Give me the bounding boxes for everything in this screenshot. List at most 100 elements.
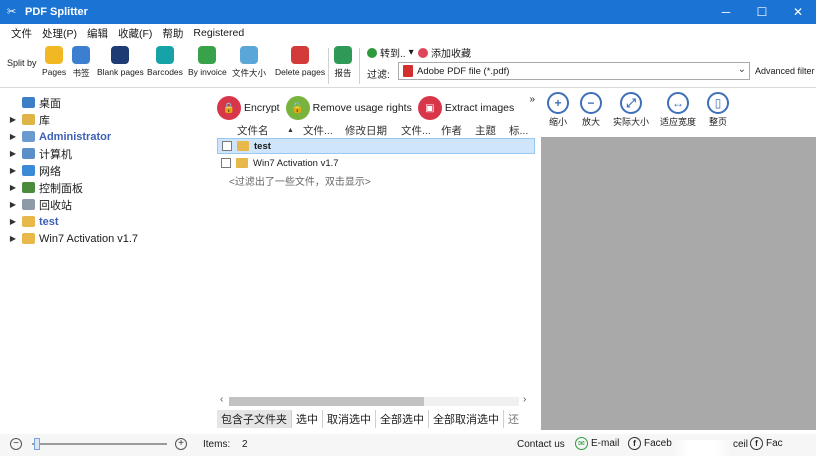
tree-item[interactable]: ▶ Administrator (0, 128, 111, 145)
menu-process[interactable]: 处理(P) (37, 26, 82, 41)
select-all-button[interactable]: 全部选中 (376, 410, 429, 428)
file-panel: 🔒 Encrypt 🔓 Remove usage rights ▣ Extrac… (217, 92, 535, 430)
zoom-plus-icon[interactable]: + (175, 438, 187, 450)
preview-toolbar: + 缩小 − 放大 ⤢ 实际大小 ↔ 适应宽度 ▯ 整页 (540, 92, 816, 136)
cell-link[interactable]: ceil (733, 439, 748, 450)
extract-images-button[interactable]: ▣ Extract images (417, 96, 514, 120)
menu-edit[interactable]: 编辑 (82, 26, 113, 41)
column-header-author[interactable]: 作者 (441, 123, 475, 138)
split-file-size-button[interactable]: 文件大小 (232, 46, 266, 79)
split-by-invoice-button[interactable]: By invoice (188, 46, 227, 77)
barcode-icon (155, 46, 174, 64)
delete-pages-button[interactable]: Delete pages (275, 46, 325, 77)
row-checkbox[interactable] (221, 158, 231, 168)
fit-width-icon: ↔ (667, 92, 689, 114)
zoom-out-label: 缩小 (548, 117, 567, 127)
chevron-down-icon: ⌄ (737, 64, 746, 75)
maximize-button[interactable]: ☐ (744, 0, 780, 24)
column-header-title[interactable]: 标... (509, 123, 535, 138)
goto-button[interactable]: 转到.. ▾ (367, 45, 414, 60)
zoom-out-button[interactable]: + 缩小 (543, 92, 573, 136)
zoom-slider-track[interactable] (32, 443, 167, 445)
unlock-icon: 🔓 (285, 96, 310, 120)
include-subfolders-button[interactable]: 包含子文件夹 (217, 410, 292, 428)
expand-arrow-icon[interactable]: ▶ (8, 149, 18, 158)
deselect-all-button[interactable]: 全部取消选中 (429, 410, 504, 428)
split-barcodes-button[interactable]: Barcodes (147, 46, 183, 77)
column-header-subject[interactable]: 主题 (475, 123, 509, 138)
folder-icon (22, 182, 35, 193)
close-button[interactable]: ✕ (780, 0, 816, 24)
select-button[interactable]: 选中 (292, 410, 323, 428)
row-checkbox[interactable] (222, 141, 232, 151)
more-actions-chevron-icon[interactable]: » (529, 94, 535, 105)
pages-icon (45, 46, 64, 64)
column-header-filename[interactable]: 文件名 (237, 123, 287, 138)
expand-arrow-icon[interactable]: ▶ (8, 166, 18, 175)
report-button[interactable]: 报告 (334, 46, 352, 79)
tree-item[interactable]: ▶ 库 (0, 111, 50, 128)
expand-arrow-icon[interactable]: ▶ (8, 115, 18, 124)
pdf-file-icon (403, 65, 413, 77)
column-header-filesize[interactable]: 文件... (401, 123, 441, 138)
filter-label: 过滤: (367, 70, 390, 81)
folder-icon (22, 131, 35, 142)
tree-item-label: 桌面 (39, 97, 61, 110)
expand-arrow-icon[interactable]: ▶ (8, 234, 18, 243)
horizontal-scrollbar[interactable]: ‹ › (217, 394, 535, 407)
encrypt-button[interactable]: 🔒 Encrypt (217, 96, 280, 120)
scroll-right-icon[interactable]: › (523, 394, 526, 405)
menu-file[interactable]: 文件 (6, 26, 37, 41)
remove-usage-rights-button[interactable]: 🔓 Remove usage rights (285, 96, 412, 120)
actual-size-button[interactable]: ⤢ 实际大小 (609, 92, 653, 136)
zoom-slider-handle[interactable] (34, 438, 40, 450)
title-bar: ✂ PDF Splitter ─ ☐ ✕ (0, 0, 816, 24)
more-tab-button[interactable]: 还 (504, 410, 523, 428)
tree-item[interactable]: ▶ Win7 Activation v1.7 (0, 230, 138, 247)
expand-arrow-icon[interactable]: ▶ (8, 200, 18, 209)
pdf-preview-area[interactable] (541, 137, 816, 430)
deselect-button[interactable]: 取消选中 (323, 410, 376, 428)
advanced-filter-button[interactable]: Advanced filter (755, 66, 815, 76)
menu-help[interactable]: 帮助 (157, 26, 188, 41)
zoom-in-button[interactable]: − 放大 (576, 92, 606, 136)
split-pages-button[interactable]: Pages (42, 46, 66, 77)
column-header-modified-date[interactable]: 修改日期 (345, 123, 401, 138)
add-favorite-label: 添加收藏 (431, 49, 471, 60)
scroll-thumb[interactable] (229, 397, 424, 406)
menu-favorites[interactable]: 收藏(F) (113, 26, 157, 41)
file-size-icon (240, 46, 258, 64)
file-row[interactable]: test (217, 138, 535, 154)
expand-arrow-icon[interactable]: ▶ (8, 217, 18, 226)
folder-icon (22, 165, 35, 176)
tree-item[interactable]: ▶ 回收站 (0, 196, 72, 213)
contact-us-link[interactable]: Contact us (517, 439, 565, 450)
add-favorite-button[interactable]: 添加收藏 (418, 45, 471, 60)
filter-select[interactable]: Adobe PDF file (*.pdf) ⌄ (398, 62, 750, 80)
scroll-left-icon[interactable]: ‹ (220, 394, 223, 405)
tree-item[interactable]: ▶ test (0, 213, 59, 230)
file-row[interactable]: Win7 Activation v1.7 (217, 155, 535, 171)
split-bookmarks-button[interactable]: 书签 (72, 46, 90, 79)
tree-item[interactable]: 桌面 (0, 94, 61, 111)
folder-icon (22, 97, 35, 108)
menu-registered[interactable]: Registered (188, 27, 249, 39)
folder-icon (22, 114, 35, 125)
split-by-label: Split by (7, 58, 37, 68)
fit-width-button[interactable]: ↔ 适应宽度 (656, 92, 700, 136)
zoom-minus-icon[interactable]: − (10, 438, 22, 450)
facebook-link-2[interactable]: f Fac (750, 437, 783, 450)
email-link[interactable]: ✉ E-mail (575, 437, 619, 450)
column-header-filetype[interactable]: 文件... (303, 123, 345, 138)
filtered-hint: <过滤出了一些文件，双击显示> (229, 177, 371, 188)
facebook-link[interactable]: f Faceb (628, 437, 672, 450)
image-icon: ▣ (417, 96, 442, 120)
split-blank-pages-button[interactable]: Blank pages (97, 46, 144, 77)
expand-arrow-icon[interactable]: ▶ (8, 132, 18, 141)
tree-item[interactable]: ▶ 控制面板 (0, 179, 83, 196)
full-page-button[interactable]: ▯ 整页 (703, 92, 733, 136)
minimize-button[interactable]: ─ (708, 0, 744, 24)
tree-item[interactable]: ▶ 网络 (0, 162, 61, 179)
tree-item[interactable]: ▶ 计算机 (0, 145, 72, 162)
expand-arrow-icon[interactable]: ▶ (8, 183, 18, 192)
